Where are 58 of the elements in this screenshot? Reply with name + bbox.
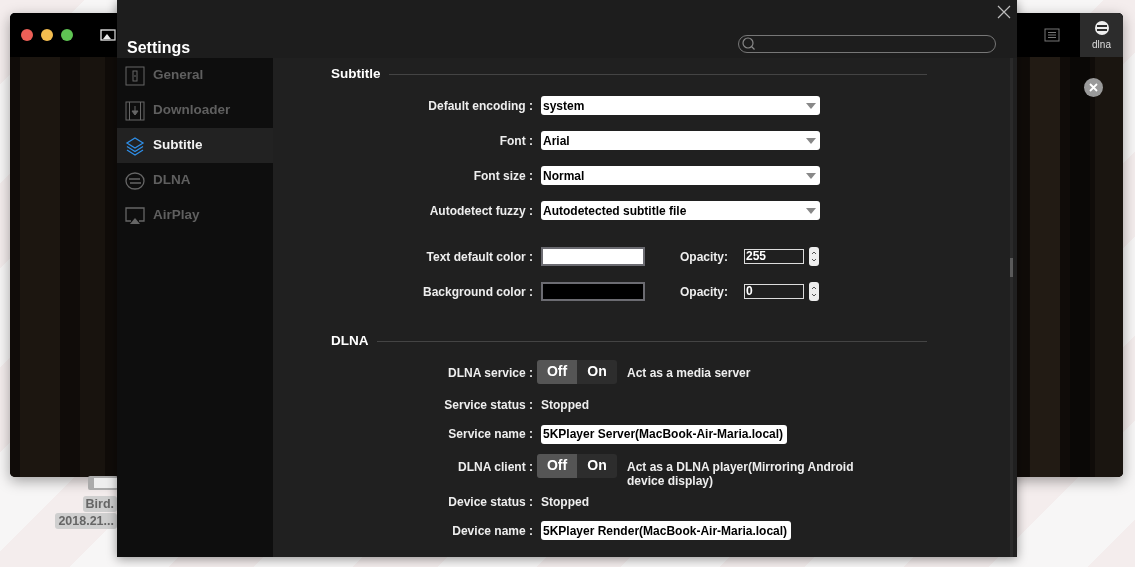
field-label: Device name :: [451, 522, 534, 540]
search-icon: [739, 36, 757, 52]
color-swatch[interactable]: [541, 282, 645, 302]
color-swatch[interactable]: [541, 247, 645, 267]
scrollbar-thumb[interactable]: [1010, 258, 1013, 277]
file-date: 2018.21...: [55, 513, 117, 529]
description-text: Act as a DLNA player(Mirroring Android device display): [627, 459, 855, 489]
sidebar-item[interactable]: Subtitle: [117, 128, 273, 163]
field-label: Default encoding :: [427, 97, 534, 115]
switch-icon: [125, 65, 145, 86]
field-label: Device status :: [447, 493, 534, 511]
field-label: Service name :: [447, 426, 534, 443]
file-name: Bird.: [82, 496, 117, 512]
layers-icon: [125, 135, 145, 156]
stepper-button[interactable]: [809, 247, 819, 267]
toggle-switch[interactable]: Off On: [537, 453, 617, 478]
description-text: Act as a media server: [627, 365, 752, 380]
image-icon: [100, 29, 116, 41]
dialog-title: Settings: [127, 38, 191, 58]
field-label: DLNA service :: [447, 364, 534, 382]
caret-icon: [806, 207, 816, 214]
field-label: Autodetect fuzzy :: [428, 202, 534, 220]
window-control-button[interactable]: [41, 29, 53, 41]
caret-icon: [806, 102, 816, 109]
field-label: Background color :: [422, 283, 534, 301]
number-field[interactable]: 0: [744, 284, 804, 300]
list-icon: [1043, 28, 1060, 42]
file-icon: [88, 476, 118, 490]
field-label: Text default color :: [425, 248, 534, 266]
close-icon: [996, 3, 1012, 20]
number-field[interactable]: 255: [744, 249, 804, 265]
field-label: Font size :: [472, 167, 534, 185]
toggle-switch[interactable]: Off On: [537, 359, 617, 384]
section-heading: DLNA: [331, 332, 369, 351]
field-label: Service status :: [443, 397, 534, 414]
screen-icon: [125, 205, 145, 226]
network-icon: [125, 170, 145, 191]
text-field[interactable]: 5KPlayer Server(MacBook-Air-Maria.local): [541, 424, 788, 444]
dropdown[interactable]: Autodetected subtitle file: [541, 201, 820, 221]
field-label: DLNA client :: [457, 458, 534, 476]
section-heading: Subtitle: [331, 65, 381, 83]
caret-icon: [806, 172, 816, 179]
status-text: Stopped: [541, 397, 589, 414]
dlna-tab[interactable]: dlna: [1080, 13, 1123, 57]
search-field[interactable]: [738, 35, 996, 53]
status-text: Stopped: [541, 493, 589, 511]
dropdown[interactable]: Arial: [541, 131, 820, 151]
caret-icon: [806, 137, 816, 144]
window-control-button[interactable]: [21, 29, 33, 41]
dropdown[interactable]: system: [541, 96, 820, 116]
window-control-button[interactable]: [61, 29, 73, 41]
field-label: Opacity:: [680, 248, 729, 266]
stepper-button[interactable]: [809, 282, 819, 302]
download-icon: [125, 100, 145, 121]
field-label: Opacity:: [680, 283, 729, 301]
text-field[interactable]: 5KPlayer Render(MacBook-Air-Maria.local): [541, 521, 792, 541]
dropdown[interactable]: Normal: [541, 166, 820, 186]
field-label: Font :: [498, 132, 534, 150]
